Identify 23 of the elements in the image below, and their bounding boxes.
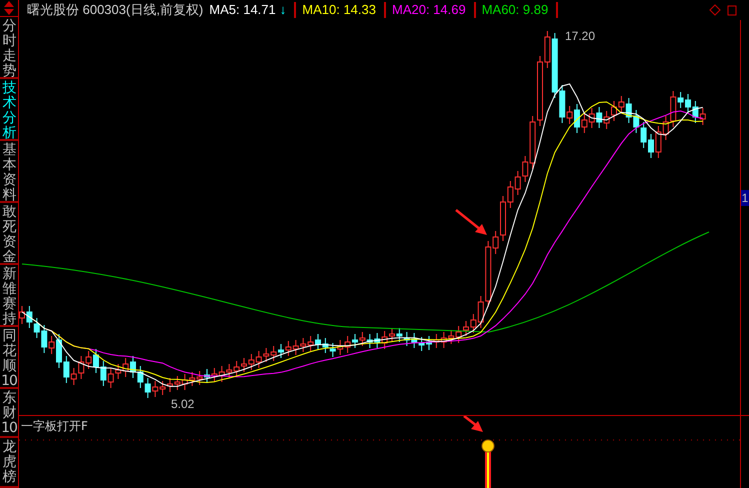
low-price-label: 5.02 [171, 397, 194, 411]
up-arrow-icon[interactable] [4, 0, 14, 7]
window-icon[interactable] [727, 4, 739, 16]
arrow-icon [463, 416, 483, 432]
sidebar-tab[interactable]: 东财10 [0, 388, 18, 438]
sidebar-tab[interactable]: 分时走势 [0, 16, 18, 79]
down-arrow-icon[interactable] [4, 8, 14, 15]
moving-average-value: MA10: 14.33 [296, 2, 386, 18]
stock-title: 曙光股份 600303(日线,前复权) [27, 1, 204, 19]
high-price-label: 17.20 [565, 29, 596, 43]
sidebar-tab[interactable]: 基本资料 [0, 140, 18, 203]
axis-badge: 1 [741, 190, 749, 206]
signal-marker-icon [482, 440, 494, 488]
diamond-icon[interactable] [709, 4, 721, 16]
sidebar-tab[interactable]: 敢死资金 [0, 202, 18, 265]
sidebar-tab[interactable]: 同花顺10 [0, 326, 18, 389]
sidebar-tab[interactable]: 技术分析 [0, 78, 18, 141]
moving-average-value: MA20: 14.69 [386, 2, 476, 18]
sidebar-tab[interactable]: 龙虎榜 [0, 438, 18, 488]
arrow-icon [455, 209, 487, 235]
moving-average-value: MA5: 14.71 ↓ [203, 2, 296, 18]
moving-average-value: MA60: 9.89 [476, 2, 558, 18]
indicator-title: 一字板打开F [21, 418, 88, 435]
